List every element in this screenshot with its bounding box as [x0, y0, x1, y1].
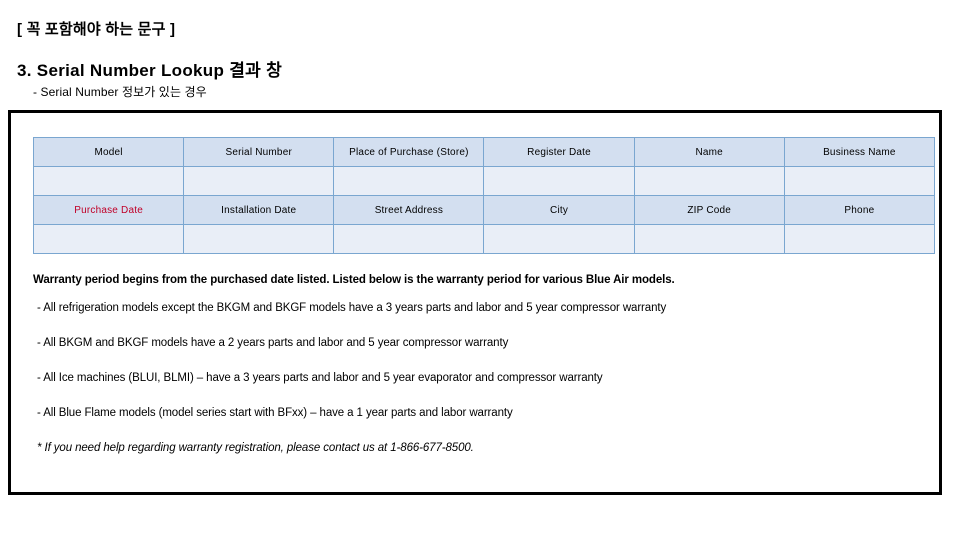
table-row-values-2: [32, 224, 936, 254]
value-serial-number[interactable]: [183, 166, 335, 196]
value-model[interactable]: [32, 166, 185, 196]
value-place-of-purchase[interactable]: [333, 166, 485, 196]
value-street-address[interactable]: [333, 224, 485, 254]
slide-heading-bracket: [ 꼭 포함해야 하는 문구 ]: [17, 21, 176, 38]
content-panel: Model Serial Number Place of Purchase (S…: [8, 110, 942, 495]
label-phone: Phone: [783, 195, 936, 225]
value-register-date[interactable]: [483, 166, 635, 196]
label-business-name: Business Name: [783, 137, 936, 167]
value-business-name[interactable]: [783, 166, 936, 196]
label-zip-code: ZIP Code: [633, 195, 785, 225]
label-purchase-date: Purchase Date: [32, 195, 185, 225]
value-city[interactable]: [483, 224, 635, 254]
serial-lookup-form-table: Model Serial Number Place of Purchase (S…: [32, 137, 936, 254]
label-register-date: Register Date: [483, 137, 635, 167]
warranty-bullet-blue-flame: - All Blue Flame models (model series st…: [37, 407, 513, 419]
label-model: Model: [32, 137, 185, 167]
table-row-values-1: [32, 166, 936, 196]
warranty-lead-text: Warranty period begins from the purchase…: [33, 274, 675, 286]
warranty-bullet-ice-machines: - All Ice machines (BLUI, BLMI) – have a…: [37, 372, 603, 384]
value-installation-date[interactable]: [183, 224, 335, 254]
value-zip-code[interactable]: [633, 224, 785, 254]
slide-subheading: - Serial Number 정보가 있는 경우: [33, 85, 207, 99]
table-row-labels-1: Model Serial Number Place of Purchase (S…: [32, 137, 936, 167]
page-title: 3. Serial Number Lookup 결과 창: [17, 61, 283, 80]
label-place-of-purchase: Place of Purchase (Store): [333, 137, 485, 167]
value-name[interactable]: [633, 166, 785, 196]
warranty-bullet-refrigeration: - All refrigeration models except the BK…: [37, 302, 667, 314]
warranty-bullet-bkgm-bkgf: - All BKGM and BKGF models have a 2 year…: [37, 337, 509, 349]
warranty-text-block: Warranty period begins from the purchase…: [33, 273, 923, 455]
label-installation-date: Installation Date: [183, 195, 335, 225]
table-row-labels-2: Purchase Date Installation Date Street A…: [32, 195, 936, 225]
value-purchase-date[interactable]: [32, 224, 185, 254]
label-name: Name: [633, 137, 785, 167]
value-phone[interactable]: [783, 224, 936, 254]
label-serial-number: Serial Number: [183, 137, 335, 167]
label-city: City: [483, 195, 635, 225]
warranty-contact-footnote: * If you need help regarding warranty re…: [37, 442, 474, 454]
label-street-address: Street Address: [333, 195, 485, 225]
